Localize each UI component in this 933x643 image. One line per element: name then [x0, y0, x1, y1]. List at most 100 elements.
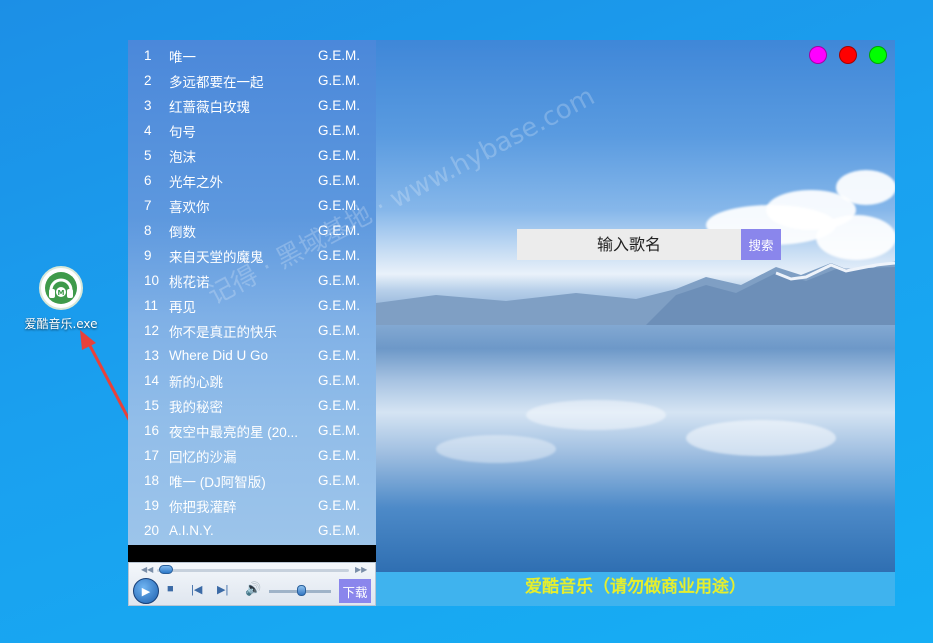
playlist-track-row[interactable]: 9 来自天堂的魔鬼 G.E.M.: [128, 243, 376, 268]
track-artist: G.E.M.: [318, 323, 361, 338]
track-num: 12: [144, 323, 160, 338]
track-artist: G.E.M.: [318, 223, 361, 238]
next-icon[interactable]: ▶|: [217, 583, 228, 596]
track-num: 5: [144, 148, 152, 163]
music-player-window: 1 唯一 G.E.M. 2 多远都要在一起 G.E.M. 3 红蔷薇白玫瑰 G.E.M. 4 句号 G…: [128, 40, 895, 606]
track-title: 桃花诺: [169, 274, 210, 290]
track-artist: G.E.M.: [318, 423, 361, 438]
playlist-track-row[interactable]: 16 夜空中最亮的星 (20... G.E.M.: [128, 418, 376, 443]
playlist-track-row[interactable]: 10 桃花诺 G.E.M.: [128, 268, 376, 293]
track-title: 我的秘密: [169, 399, 223, 415]
track-artist: G.E.M.: [318, 273, 361, 288]
track-title: 句号: [169, 124, 196, 140]
green-control-button[interactable]: [869, 46, 887, 64]
track-title: 夜空中最亮的星 (20...: [169, 424, 299, 440]
track-title: 回忆的沙漏: [169, 449, 237, 465]
playlist-track-row[interactable]: 6 光年之外 G.E.M.: [128, 168, 376, 193]
playlist-track-row[interactable]: 20 A.I.N.Y. G.E.M.: [128, 518, 376, 543]
track-artist: G.E.M.: [318, 348, 361, 363]
track-num: 20: [144, 523, 160, 538]
track-title: 光年之外: [169, 174, 223, 190]
headphones-music-icon: M: [39, 266, 83, 310]
previous-icon[interactable]: |◀: [191, 583, 202, 596]
track-artist: G.E.M.: [318, 523, 361, 538]
playlist-track-row[interactable]: 18 唯一 (DJ阿智版) G.E.M.: [128, 468, 376, 493]
playlist-track-row[interactable]: 7 喜欢你 G.E.M.: [128, 193, 376, 218]
search-button[interactable]: 搜索: [741, 229, 781, 260]
playlist-track-row[interactable]: 1 唯一 G.E.M.: [128, 43, 376, 68]
track-num: 6: [144, 173, 152, 188]
download-button[interactable]: 下载: [339, 579, 371, 603]
playlist-track-row[interactable]: 11 再见 G.E.M.: [128, 293, 376, 318]
window-controls: [809, 46, 887, 64]
playlist-track-row[interactable]: 4 句号 G.E.M.: [128, 118, 376, 143]
track-artist: G.E.M.: [318, 398, 361, 413]
playlist-track-row[interactable]: 5 泡沫 G.E.M.: [128, 143, 376, 168]
magenta-control-button[interactable]: [809, 46, 827, 64]
track-num: 11: [144, 298, 159, 313]
forward-mini-icon[interactable]: ▶▶: [355, 565, 367, 574]
track-num: 19: [144, 498, 160, 513]
track-num: 8: [144, 223, 152, 238]
song-search-input[interactable]: [517, 229, 741, 260]
track-num: 9: [144, 248, 152, 263]
playlist-track-row[interactable]: 3 红蔷薇白玫瑰 G.E.M.: [128, 93, 376, 118]
track-artist: G.E.M.: [318, 123, 361, 138]
track-artist: G.E.M.: [318, 498, 361, 513]
track-artist: G.E.M.: [318, 248, 361, 263]
landscape-background: [376, 40, 895, 572]
close-button[interactable]: [839, 46, 857, 64]
track-title: 泡沫: [169, 149, 196, 165]
track-num: 3: [144, 98, 152, 113]
svg-text:M: M: [58, 289, 65, 297]
desktop-icon-label: 爱酷音乐.exe: [24, 317, 98, 331]
playlist-track-row[interactable]: 8 倒数 G.E.M.: [128, 218, 376, 243]
track-artist: G.E.M.: [318, 148, 361, 163]
play-icon[interactable]: ▶: [133, 578, 159, 604]
playlist-track-row[interactable]: 19 你把我灌醉 G.E.M.: [128, 493, 376, 518]
desktop-app-shortcut[interactable]: M 爱酷音乐.exe: [20, 266, 102, 332]
track-num: 18: [144, 473, 160, 488]
track-num: 1: [144, 48, 152, 63]
volume-icon[interactable]: 🔊: [245, 581, 261, 597]
track-title: A.I.N.Y.: [169, 523, 214, 538]
track-title: 唯一: [169, 49, 196, 65]
playlist-track-row[interactable]: 12 你不是真正的快乐 G.E.M.: [128, 318, 376, 343]
track-artist: G.E.M.: [318, 298, 361, 313]
playlist-track-row[interactable]: 2 多远都要在一起 G.E.M.: [128, 68, 376, 93]
track-title: 再见: [169, 299, 196, 315]
track-artist: G.E.M.: [318, 473, 361, 488]
media-player-controls: ◀◀ ▶▶ ▶ ■ |◀ ▶| 🔊 下载: [128, 562, 376, 606]
playlist-track-row[interactable]: 13 Where Did U Go G.E.M.: [128, 343, 376, 368]
track-title: 红蔷薇白玫瑰: [169, 99, 250, 115]
track-num: 14: [144, 373, 160, 388]
track-title: 来自天堂的魔鬼: [169, 249, 264, 265]
rewind-mini-icon[interactable]: ◀◀: [141, 565, 153, 574]
track-num: 4: [144, 123, 152, 138]
track-title: 你把我灌醉: [169, 499, 237, 515]
song-list: 1 唯一 G.E.M. 2 多远都要在一起 G.E.M. 3 红蔷薇白玫瑰 G.E.M. 4 句号 G…: [128, 43, 376, 543]
track-title: 新的心跳: [169, 374, 223, 390]
playlist-track-row[interactable]: 15 我的秘密 G.E.M.: [128, 393, 376, 418]
track-artist: G.E.M.: [318, 448, 361, 463]
app-footer-title: 爱酷音乐（请勿做商业用途）: [525, 577, 746, 597]
track-title: 多远都要在一起: [169, 74, 264, 90]
video-area: [128, 545, 376, 562]
track-artist: G.E.M.: [318, 198, 361, 213]
seek-thumb[interactable]: [159, 565, 173, 574]
volume-thumb[interactable]: [297, 585, 306, 596]
track-num: 2: [144, 73, 152, 88]
track-artist: G.E.M.: [318, 73, 361, 88]
track-num: 16: [144, 423, 160, 438]
playlist-track-row[interactable]: 17 回忆的沙漏 G.E.M.: [128, 443, 376, 468]
seek-bar[interactable]: [157, 569, 349, 572]
track-title: 唯一 (DJ阿智版): [169, 474, 266, 490]
track-num: 13: [144, 348, 160, 363]
track-title: 喜欢你: [169, 199, 210, 215]
track-artist: G.E.M.: [318, 98, 361, 113]
track-num: 10: [144, 273, 160, 288]
track-title: 你不是真正的快乐: [169, 324, 277, 340]
playlist-track-row[interactable]: 14 新的心跳 G.E.M.: [128, 368, 376, 393]
stop-icon[interactable]: ■: [167, 583, 174, 595]
track-num: 15: [144, 398, 160, 413]
